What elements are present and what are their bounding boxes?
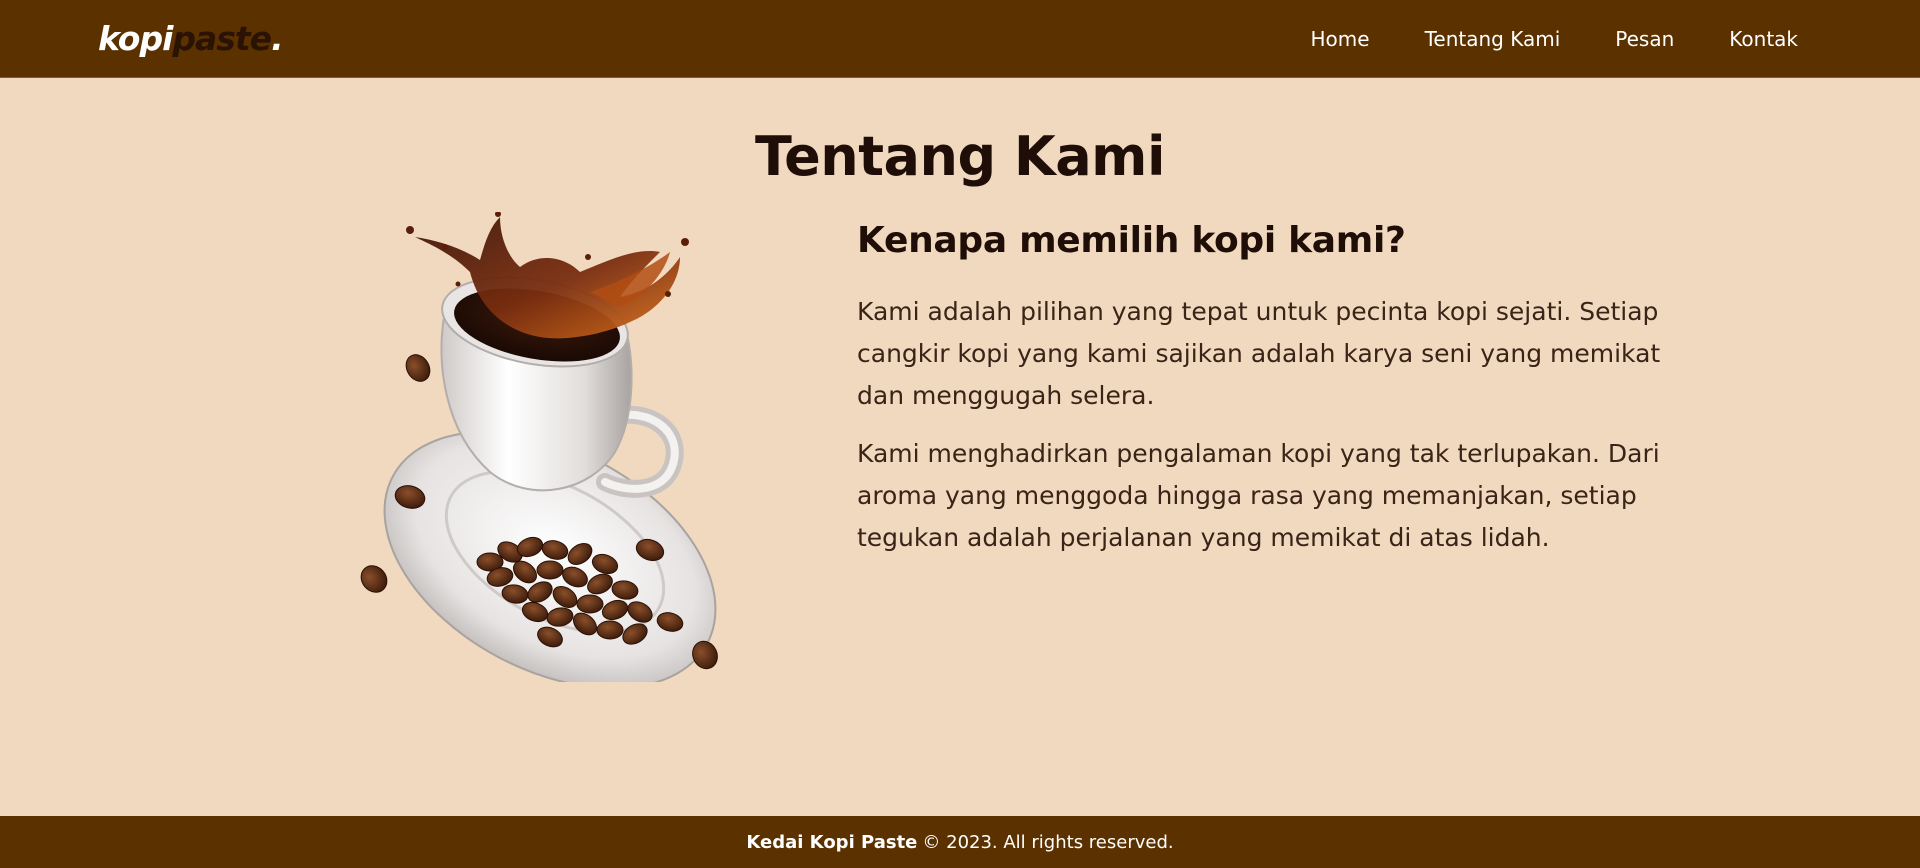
footer-brand: Kedai Kopi Paste <box>746 831 918 853</box>
about-paragraph-1: Kami adalah pilihan yang tepat untuk pec… <box>857 297 1661 410</box>
about-paragraph-2: Kami menghadirkan pengalaman kopi yang t… <box>857 439 1660 552</box>
brand-logo[interactable]: kopi paste. <box>98 19 284 58</box>
nav-link-kontak[interactable]: Kontak <box>1729 27 1798 51</box>
nav-link-home[interactable]: Home <box>1311 27 1370 51</box>
coffee-cup-image <box>360 211 718 690</box>
about-content: Kenapa memilih kopi kami? Kami adalah pi… <box>857 220 1687 575</box>
navbar: kopi paste. Home Tentang Kami Pesan Konta… <box>0 0 1920 78</box>
coffee-cup-illustration <box>350 211 760 690</box>
footer: Kedai Kopi Paste © 2023. All rights rese… <box>0 816 1920 868</box>
logo-text-kopi: kopi <box>98 19 173 58</box>
about-subtitle: Kenapa memilih kopi kami? <box>857 220 1406 261</box>
logo-text-paste: paste <box>172 19 272 58</box>
logo-dot: . <box>271 19 284 58</box>
main-nav: Home Tentang Kami Pesan Kontak <box>1311 27 1798 51</box>
nav-link-tentang-kami[interactable]: Tentang Kami <box>1425 27 1561 51</box>
nav-link-pesan[interactable]: Pesan <box>1615 27 1674 51</box>
page-title: Tentang Kami <box>755 125 1165 188</box>
footer-copyright: © 2023. All rights reserved. <box>922 831 1174 853</box>
